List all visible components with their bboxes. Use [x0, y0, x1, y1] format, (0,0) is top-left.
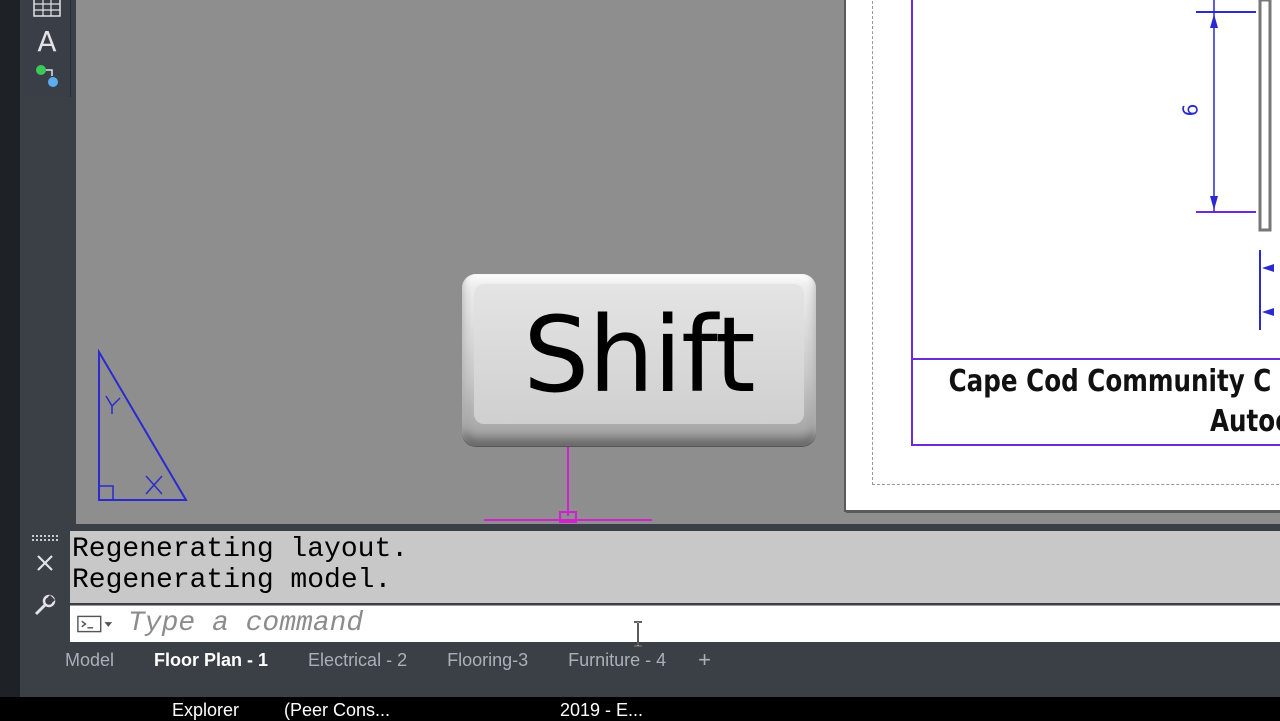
window-edge [0, 0, 20, 697]
text-cursor-icon [634, 621, 642, 647]
taskbar-item-peer[interactable]: (Peer Cons... [284, 700, 390, 721]
keypress-overlay: Shift [462, 274, 816, 446]
shift-key-label: Shift [523, 294, 755, 416]
tab-model[interactable]: Model [24, 643, 134, 677]
command-history: Regenerating layout. Regenerating model. [70, 531, 1280, 603]
table-icon[interactable] [32, 0, 62, 20]
command-history-line: Regenerating model. [72, 565, 392, 596]
tab-flooring[interactable]: Flooring-3 [427, 643, 548, 677]
title-block-line1: Cape Cod Community C [948, 364, 1272, 399]
taskbar-item-autocad[interactable]: 2019 - E... [560, 700, 643, 721]
tab-floor-plan[interactable]: Floor Plan - 1 [134, 643, 288, 677]
autocad-window: A 6 Cape Cod Community C Auto Shift Rege… [0, 0, 1280, 697]
tab-furniture[interactable]: Furniture - 4 [548, 643, 686, 677]
taskbar: Explorer (Peer Cons... 2019 - E... [0, 697, 1280, 720]
command-history-line: Regenerating layout. [72, 534, 409, 565]
layout-tabs: Model Floor Plan - 1 Electrical - 2 Floo… [24, 643, 1280, 677]
text-icon[interactable]: A [32, 25, 62, 58]
customize-wrench-icon[interactable] [32, 592, 58, 618]
command-input-row [70, 605, 1280, 642]
close-icon[interactable] [34, 552, 56, 574]
command-input[interactable] [128, 607, 1268, 639]
triangle-drawing-icon [98, 348, 188, 501]
tool-palette: A [24, 0, 71, 97]
title-block-line2: Autocad [1209, 404, 1280, 439]
parameters-icon[interactable] [32, 62, 62, 88]
ucs-marker-icon [484, 446, 652, 523]
tab-electrical[interactable]: Electrical - 2 [288, 643, 427, 677]
shift-key-face: Shift [474, 284, 804, 424]
drawing-canvas[interactable]: 6 Cape Cod Community C Autocad Shift [76, 0, 1280, 524]
drawing-border [911, 0, 913, 360]
add-layout-button[interactable]: + [686, 647, 723, 673]
command-prompt-icon[interactable] [76, 614, 114, 634]
dimension-label: 6 [1178, 103, 1203, 117]
taskbar-item-explorer[interactable]: Explorer [172, 700, 239, 721]
title-block: Cape Cod Community C Autocad [911, 358, 1280, 446]
command-line-handle[interactable] [28, 533, 64, 643]
dimension-drawing-icon [1196, 0, 1274, 330]
